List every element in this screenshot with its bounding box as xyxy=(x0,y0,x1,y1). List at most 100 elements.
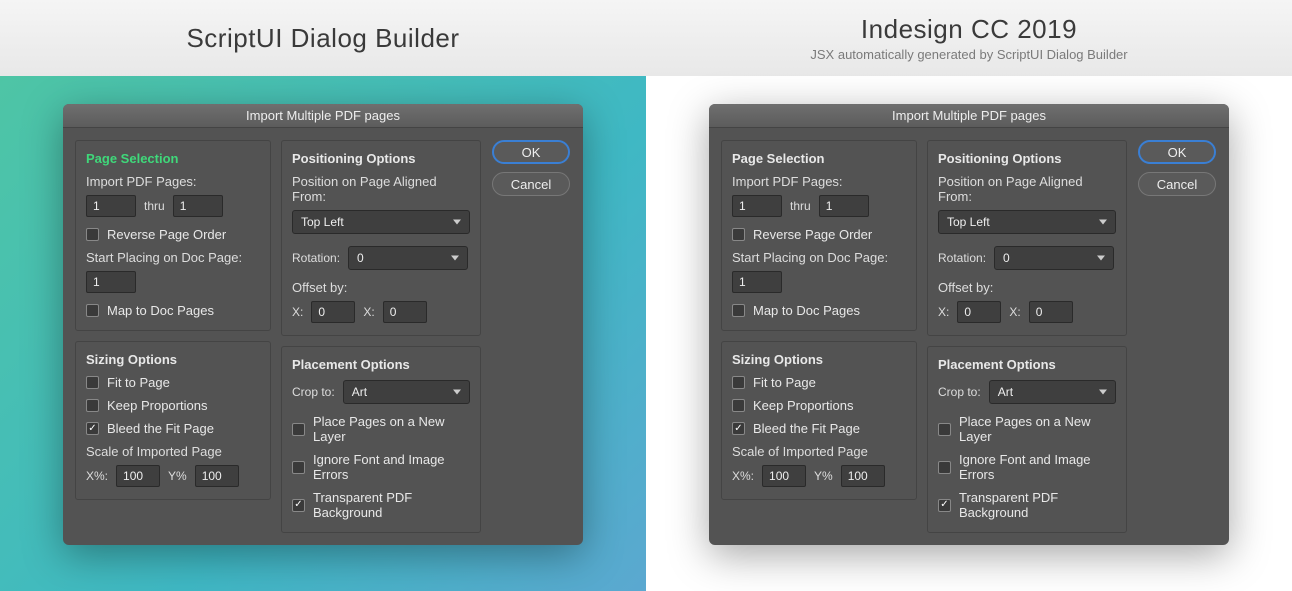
offset-x-label: X: xyxy=(292,305,303,319)
header-left: ScriptUI Dialog Builder xyxy=(0,0,646,76)
offset-label-r: Offset by: xyxy=(938,280,1116,295)
fit-checkbox-r[interactable] xyxy=(732,376,745,389)
offset-x2-label: X: xyxy=(363,305,374,319)
transparent-checkbox[interactable] xyxy=(292,499,305,512)
map-checkbox[interactable] xyxy=(86,304,99,317)
cancel-button[interactable]: Cancel xyxy=(492,172,570,196)
ypct-input-r[interactable] xyxy=(841,465,885,487)
thru-label: thru xyxy=(144,199,165,213)
keep-checkbox-r[interactable] xyxy=(732,399,745,412)
to-page-input[interactable] xyxy=(173,195,223,217)
fit-label: Fit to Page xyxy=(107,375,170,390)
map-checkbox-r[interactable] xyxy=(732,304,745,317)
xpct-input-r[interactable] xyxy=(762,465,806,487)
bleed-label: Bleed the Fit Page xyxy=(107,421,214,436)
panel-scriptui: Import Multiple PDF pages Page Selection… xyxy=(0,76,646,591)
newlayer-label: Place Pages on a New Layer xyxy=(313,414,470,444)
cancel-button-r[interactable]: Cancel xyxy=(1138,172,1216,196)
start-page-input-r[interactable] xyxy=(732,271,782,293)
from-page-input-r[interactable] xyxy=(732,195,782,217)
group-placement: Placement Options Crop to: Art Place Pag… xyxy=(281,346,481,533)
position-label-r: Position on Page Aligned From: xyxy=(938,174,1116,204)
dialog-left: Import Multiple PDF pages Page Selection… xyxy=(63,104,583,545)
reverse-label: Reverse Page Order xyxy=(107,227,226,242)
import-pages-label: Import PDF Pages: xyxy=(86,174,260,189)
start-placing-label-r: Start Placing on Doc Page: xyxy=(732,250,906,265)
newlayer-checkbox-r[interactable] xyxy=(938,423,951,436)
reverse-checkbox[interactable] xyxy=(86,228,99,241)
crop-label: Crop to: xyxy=(292,385,335,399)
header-bar: ScriptUI Dialog Builder Indesign CC 2019… xyxy=(0,0,1292,76)
bleed-checkbox-r[interactable] xyxy=(732,422,745,435)
xpct-label: X%: xyxy=(86,469,108,483)
group-positioning-r: Positioning Options Position on Page Ali… xyxy=(927,140,1127,336)
offset-x2-label-r: X: xyxy=(1009,305,1020,319)
rotation-dropdown-r[interactable]: 0 xyxy=(994,246,1114,270)
import-pages-label-r: Import PDF Pages: xyxy=(732,174,906,189)
reverse-label-r: Reverse Page Order xyxy=(753,227,872,242)
ok-button-r[interactable]: OK xyxy=(1138,140,1216,164)
ignore-label: Ignore Font and Image Errors xyxy=(313,452,470,482)
left-title: ScriptUI Dialog Builder xyxy=(186,23,459,54)
xpct-input[interactable] xyxy=(116,465,160,487)
fit-checkbox[interactable] xyxy=(86,376,99,389)
page-selection-title: Page Selection xyxy=(86,151,260,166)
group-sizing: Sizing Options Fit to Page Keep Proporti… xyxy=(75,341,271,500)
keep-checkbox[interactable] xyxy=(86,399,99,412)
rotation-value: 0 xyxy=(357,251,364,265)
map-label: Map to Doc Pages xyxy=(107,303,214,318)
position-dropdown-r[interactable]: Top Left xyxy=(938,210,1116,234)
transparent-checkbox-r[interactable] xyxy=(938,499,951,512)
page-selection-title-r: Page Selection xyxy=(732,151,906,166)
ignore-label-r: Ignore Font and Image Errors xyxy=(959,452,1116,482)
offset-x-label-r: X: xyxy=(938,305,949,319)
from-page-input[interactable] xyxy=(86,195,136,217)
ok-button[interactable]: OK xyxy=(492,140,570,164)
scale-label-r: Scale of Imported Page xyxy=(732,444,906,459)
offset-x-input-r[interactable] xyxy=(957,301,1001,323)
xpct-label-r: X%: xyxy=(732,469,754,483)
rotation-value-r: 0 xyxy=(1003,251,1010,265)
ypct-label-r: Y% xyxy=(814,469,833,483)
rotation-dropdown[interactable]: 0 xyxy=(348,246,468,270)
bleed-checkbox[interactable] xyxy=(86,422,99,435)
crop-value: Art xyxy=(352,385,367,399)
ypct-input[interactable] xyxy=(195,465,239,487)
sizing-title: Sizing Options xyxy=(86,352,260,367)
position-dropdown[interactable]: Top Left xyxy=(292,210,470,234)
group-positioning: Positioning Options Position on Page Ali… xyxy=(281,140,481,336)
crop-dropdown[interactable]: Art xyxy=(343,380,470,404)
crop-dropdown-r[interactable]: Art xyxy=(989,380,1116,404)
offset-x-input[interactable] xyxy=(311,301,355,323)
keep-label: Keep Proportions xyxy=(107,398,207,413)
ignore-checkbox[interactable] xyxy=(292,461,305,474)
positioning-title-r: Positioning Options xyxy=(938,151,1116,166)
position-value: Top Left xyxy=(301,215,344,229)
offset-x2-input[interactable] xyxy=(383,301,427,323)
newlayer-checkbox[interactable] xyxy=(292,423,305,436)
start-placing-label: Start Placing on Doc Page: xyxy=(86,250,260,265)
bleed-label-r: Bleed the Fit Page xyxy=(753,421,860,436)
transparent-label-r: Transparent PDF Background xyxy=(959,490,1116,520)
header-right: Indesign CC 2019 JSX automatically gener… xyxy=(646,0,1292,76)
right-title: Indesign CC 2019 xyxy=(861,14,1077,45)
offset-x2-input-r[interactable] xyxy=(1029,301,1073,323)
to-page-input-r[interactable] xyxy=(819,195,869,217)
rotation-label: Rotation: xyxy=(292,251,340,265)
dialog-right: Import Multiple PDF pages Page Selection… xyxy=(709,104,1229,545)
start-page-input[interactable] xyxy=(86,271,136,293)
transparent-label: Transparent PDF Background xyxy=(313,490,470,520)
right-subtitle: JSX automatically generated by ScriptUI … xyxy=(810,47,1127,62)
keep-label-r: Keep Proportions xyxy=(753,398,853,413)
placement-title-r: Placement Options xyxy=(938,357,1116,372)
group-page-selection-r: Page Selection Import PDF Pages: thru Re… xyxy=(721,140,917,331)
panel-indesign: Import Multiple PDF pages Page Selection… xyxy=(646,76,1292,591)
group-placement-r: Placement Options Crop to: Art Place Pag… xyxy=(927,346,1127,533)
ignore-checkbox-r[interactable] xyxy=(938,461,951,474)
reverse-checkbox-r[interactable] xyxy=(732,228,745,241)
crop-label-r: Crop to: xyxy=(938,385,981,399)
rotation-label-r: Rotation: xyxy=(938,251,986,265)
thru-label-r: thru xyxy=(790,199,811,213)
group-page-selection: Page Selection Import PDF Pages: thru Re… xyxy=(75,140,271,331)
scale-label: Scale of Imported Page xyxy=(86,444,260,459)
